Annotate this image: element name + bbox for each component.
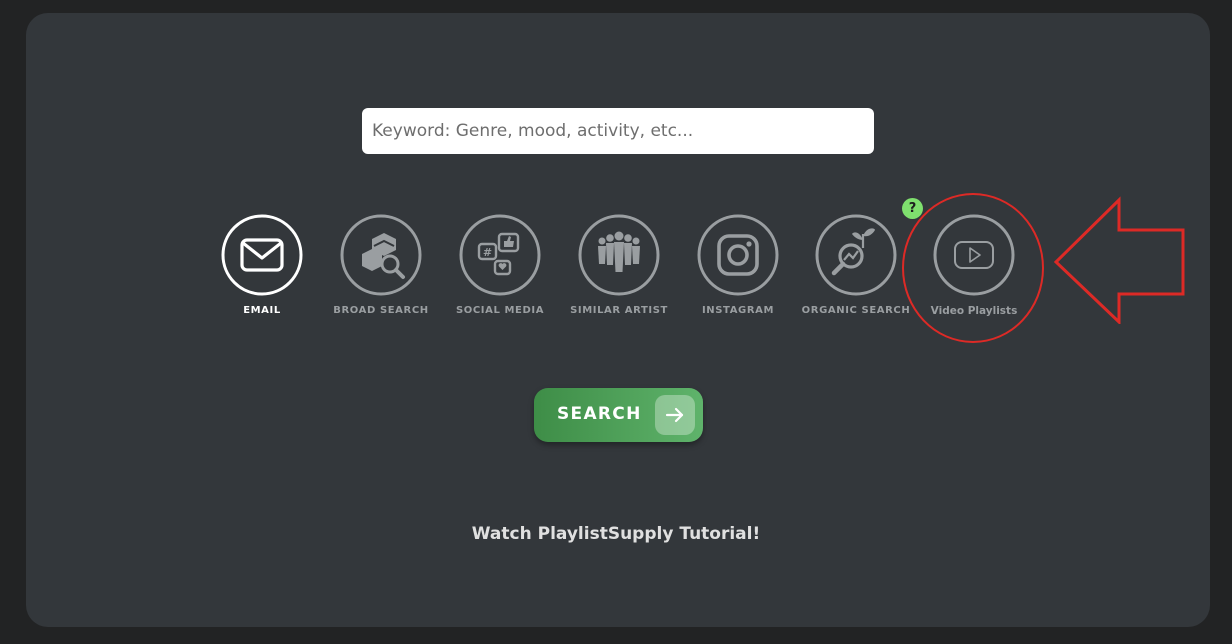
mode-similar-artist-label: SIMILAR ARTIST	[570, 305, 668, 316]
mode-instagram-label: INSTAGRAM	[701, 305, 775, 316]
keyword-search-input[interactable]	[362, 108, 874, 154]
mode-social-media-label: SOCIAL MEDIA	[455, 305, 545, 316]
svg-text:#: #	[483, 246, 492, 259]
plant-magnifier-icon	[815, 214, 897, 296]
cubes-magnifier-icon	[340, 214, 422, 296]
instagram-icon	[697, 214, 779, 296]
mode-email[interactable]: EMAIL	[202, 214, 322, 324]
mode-broad-search-label: BROAD SEARCH	[333, 305, 429, 316]
mode-instagram[interactable]: INSTAGRAM	[678, 214, 798, 324]
tutorial-link[interactable]: Watch PlaylistSupply Tutorial!	[0, 524, 1232, 544]
annotation-arrow-icon	[1053, 196, 1185, 324]
arrow-right-icon	[655, 395, 695, 435]
mode-broad-search[interactable]: BROAD SEARCH	[321, 214, 441, 324]
search-button-label: SEARCH	[557, 404, 642, 424]
play-icon	[933, 214, 1015, 296]
mode-email-label: EMAIL	[243, 305, 281, 316]
mode-video-playlists-label: Video Playlists	[930, 305, 1018, 317]
social-bubbles-icon: #	[459, 214, 541, 296]
mode-social-media[interactable]: # SOCIAL MEDIA	[440, 214, 560, 324]
people-group-icon	[578, 214, 660, 296]
help-badge[interactable]: ?	[902, 198, 923, 219]
envelope-icon	[221, 214, 303, 296]
mode-similar-artist[interactable]: SIMILAR ARTIST	[559, 214, 679, 324]
search-mode-selector: EMAIL BROAD SEARCH # SOCIAL MEDIA SIMILA…	[0, 214, 1232, 324]
search-button[interactable]: SEARCH	[534, 388, 703, 442]
mode-organic-search-label: ORGANIC SEARCH	[801, 305, 911, 316]
mode-video-playlists[interactable]: Video Playlists	[914, 214, 1034, 324]
mode-organic-search[interactable]: ORGANIC SEARCH	[796, 214, 916, 324]
